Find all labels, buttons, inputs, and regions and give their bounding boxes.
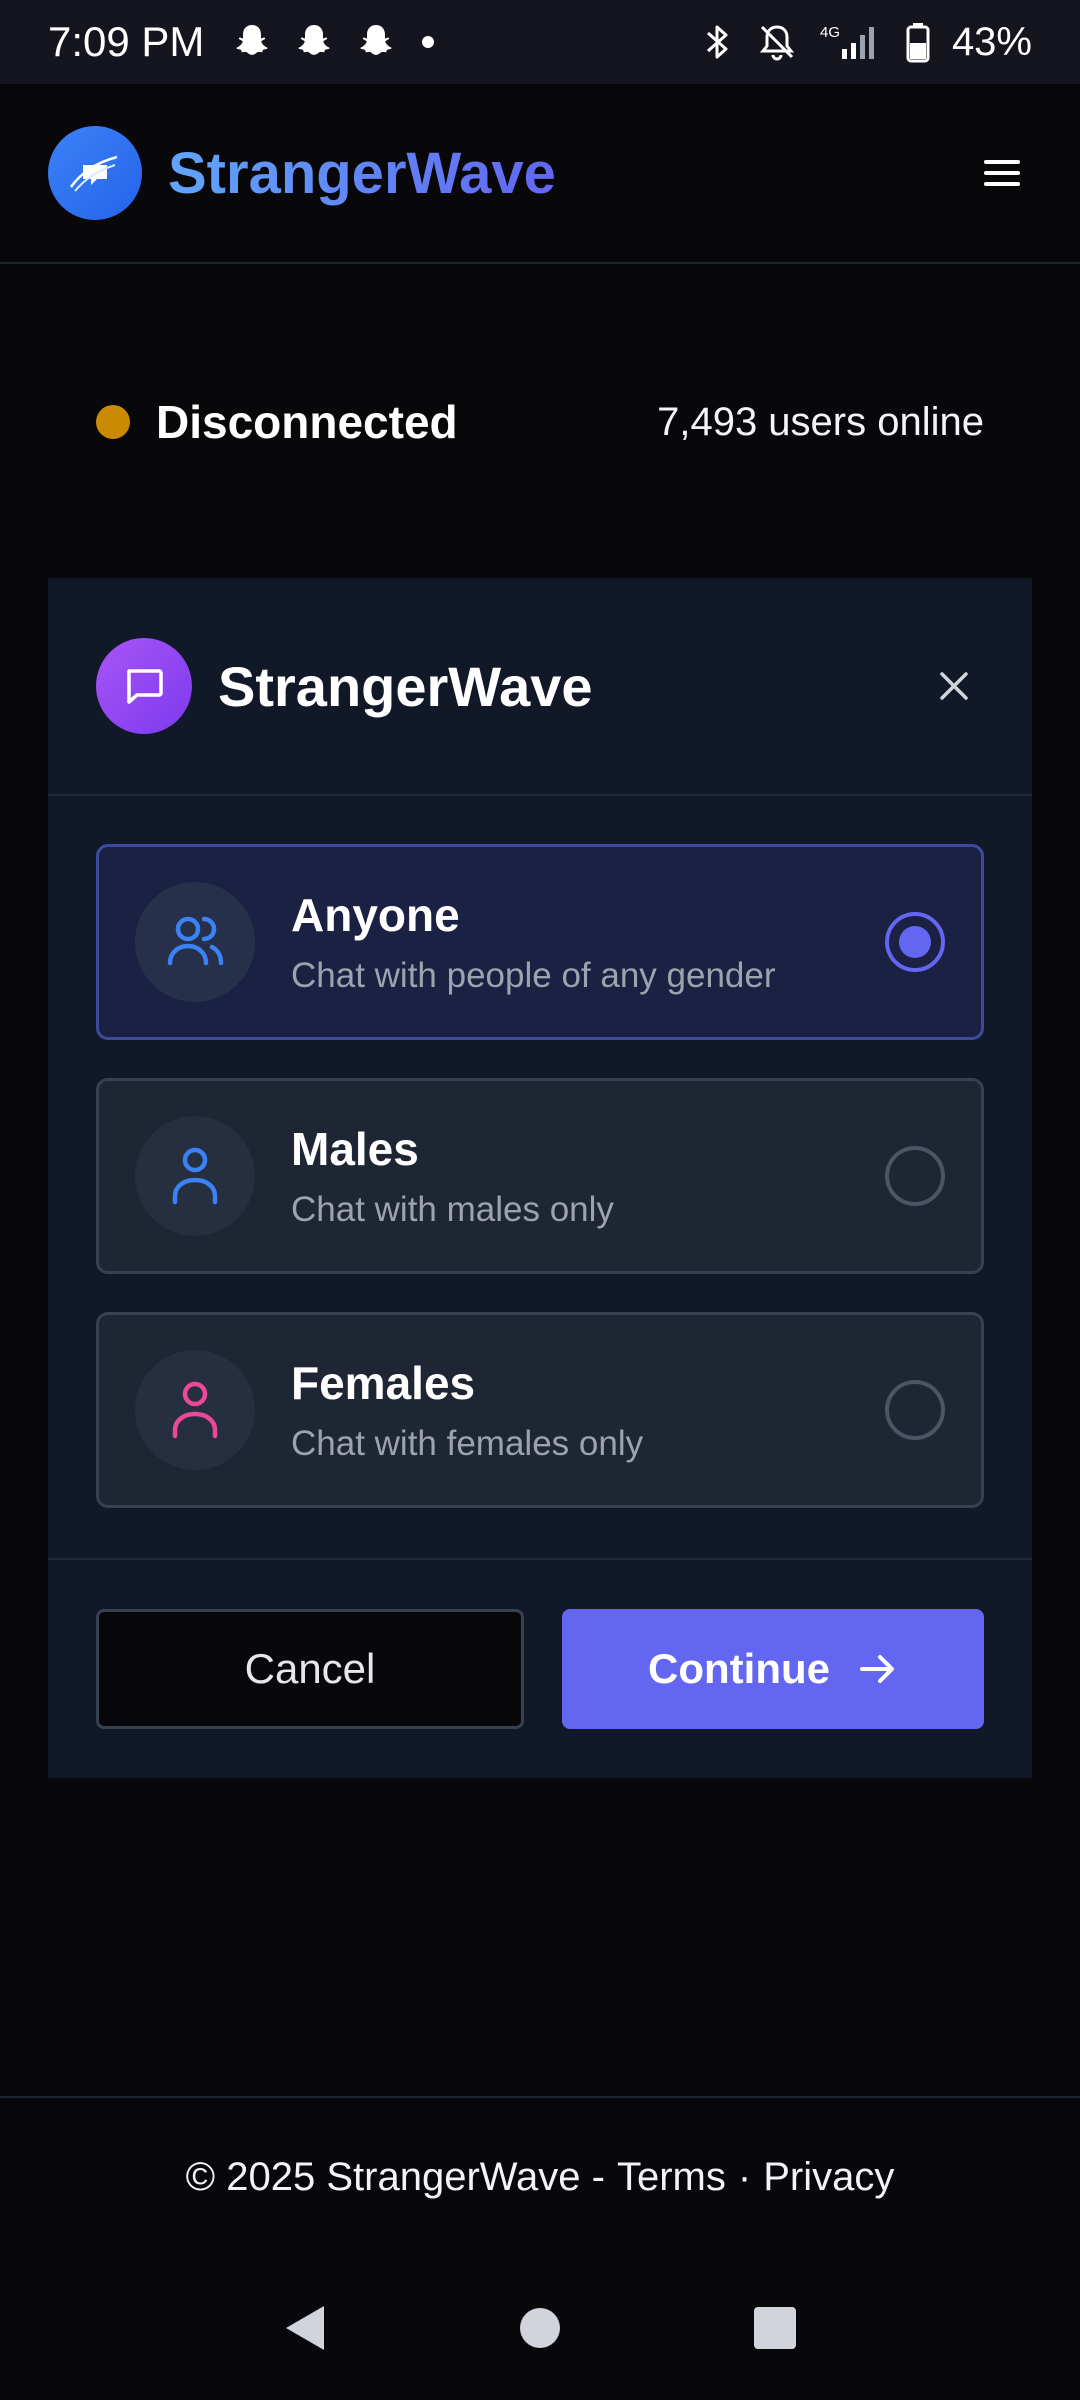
- terms-link[interactable]: Terms: [617, 2155, 726, 2200]
- more-notifications-dot: [422, 36, 435, 48]
- radio-males[interactable]: [885, 1146, 945, 1206]
- battery-icon: [906, 23, 930, 63]
- snapchat-icon: [236, 25, 268, 55]
- wave-chat-icon: [69, 155, 118, 192]
- option-subtitle: Chat with females only: [291, 1424, 644, 1463]
- modal-close-button[interactable]: [924, 656, 984, 716]
- battery-percent: 43%: [951, 19, 1032, 64]
- continue-button[interactable]: Continue: [562, 1609, 984, 1729]
- male-user-icon: [135, 1116, 255, 1236]
- option-subtitle: Chat with males only: [291, 1190, 614, 1229]
- back-icon[interactable]: [282, 2302, 328, 2354]
- app-header: StrangerWave: [0, 84, 1080, 264]
- footer-separator: ·: [737, 2154, 752, 2199]
- recents-icon[interactable]: [752, 2305, 798, 2351]
- continue-label: Continue: [648, 1645, 830, 1692]
- option-title: Females: [291, 1357, 476, 1409]
- option-males[interactable]: Males Chat with males only: [96, 1078, 984, 1274]
- brand-logo[interactable]: [48, 126, 142, 220]
- radio-females[interactable]: [885, 1380, 945, 1440]
- network-type-label: 4G: [820, 24, 840, 41]
- option-subtitle: Chat with people of any gender: [291, 956, 776, 995]
- status-time: 7:09 PM: [48, 18, 205, 65]
- option-anyone[interactable]: Anyone Chat with people of any gender: [96, 844, 984, 1040]
- brand-name[interactable]: StrangerWave: [168, 140, 556, 207]
- hamburger-menu-button[interactable]: [972, 143, 1032, 203]
- menu-icon: [984, 160, 1020, 186]
- users-online-count: 7,493 users online: [657, 399, 984, 444]
- modal-title: StrangerWave: [218, 654, 593, 718]
- system-nav-bar: [0, 2256, 1080, 2400]
- home-icon[interactable]: [518, 2306, 562, 2350]
- close-icon: [940, 672, 968, 700]
- option-title: Anyone: [291, 889, 460, 941]
- copyright-text: © 2025 StrangerWave -: [185, 2154, 605, 2199]
- snapchat-icon: [298, 25, 330, 55]
- users-icon: [135, 882, 255, 1002]
- notification-icons: [232, 22, 435, 62]
- option-title: Males: [291, 1123, 419, 1175]
- arrow-right-icon: [859, 1655, 894, 1683]
- option-females[interactable]: Females Chat with females only: [96, 1312, 984, 1508]
- gender-preference-modal: StrangerWave Anyone Chat with people of …: [48, 578, 1032, 1778]
- cancel-button[interactable]: Cancel: [96, 1609, 524, 1729]
- female-user-icon: [135, 1350, 255, 1470]
- modal-header: StrangerWave: [48, 578, 1032, 796]
- modal-footer: Cancel Continue: [48, 1558, 1032, 1778]
- page-footer: © 2025 StrangerWave - Terms · Privacy: [0, 2096, 1080, 2256]
- modal-logo: [96, 638, 192, 734]
- chat-bubble-icon: [127, 669, 163, 704]
- privacy-link[interactable]: Privacy: [763, 2155, 894, 2200]
- connection-status-row: Disconnected 7,493 users online: [96, 380, 984, 464]
- snapchat-icon: [360, 25, 392, 55]
- bluetooth-icon: [706, 25, 728, 59]
- radio-anyone[interactable]: [885, 912, 945, 972]
- signal-4g-icon: 4G: [820, 24, 874, 59]
- system-icons: 4G 43%: [700, 20, 1032, 65]
- status-bar: 7:09 PM 4G 43%: [0, 0, 1080, 84]
- connection-status-dot: [96, 405, 130, 439]
- bell-off-icon: [759, 25, 795, 61]
- connection-status-label: Disconnected: [156, 396, 458, 448]
